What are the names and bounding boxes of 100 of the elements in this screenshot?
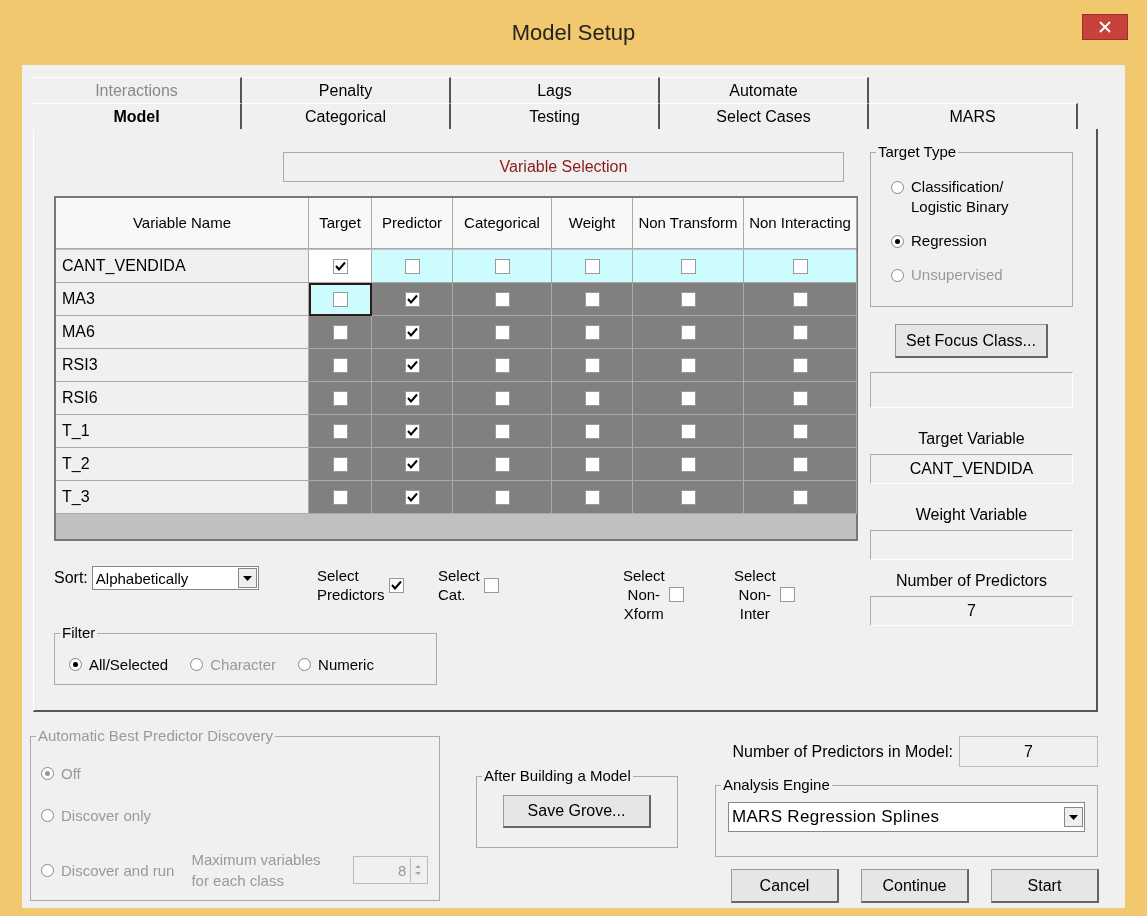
checkbox[interactable] [404,324,420,340]
checkbox[interactable] [680,456,696,472]
table-cell[interactable]: MA3 [56,283,309,316]
column-header: Non Interacting [744,198,857,249]
sort-dropdown[interactable]: Alphabetically [91,566,259,590]
tab[interactable]: MARS [869,103,1078,129]
field-label: Target Variable [918,430,1025,448]
checkbox[interactable] [792,291,808,307]
tab[interactable]: Lags [451,77,660,103]
checkbox[interactable] [494,423,510,439]
radio-label: Off [61,765,81,782]
checkbox[interactable] [404,357,420,373]
checkbox[interactable] [404,291,420,307]
tab[interactable]: Categorical [242,103,451,129]
column-header: Target [309,198,372,249]
table-cell[interactable]: RSI6 [56,382,309,415]
tab[interactable]: Select Cases [660,103,869,129]
checkbox[interactable] [494,390,510,406]
checkbox[interactable] [332,489,348,505]
column-header: Weight [552,198,633,249]
checkbox[interactable] [680,291,696,307]
field-label: Number of Predictors [895,572,1048,590]
radio-label: Classification/ Logistic Binary [911,177,1010,217]
table-cell[interactable]: RSI3 [56,349,309,382]
set-focus-class-button[interactable]: Set Focus Class... [895,324,1048,358]
checkbox[interactable] [584,489,600,505]
checkbox[interactable] [494,258,510,274]
checkbox[interactable] [332,390,348,406]
checkbox[interactable] [584,423,600,439]
checkbox[interactable] [332,456,348,472]
checkbox[interactable] [584,357,600,373]
checkbox[interactable] [680,258,696,274]
checkbox[interactable] [792,489,808,505]
radio-button[interactable] [891,235,904,248]
table-cell[interactable]: T_2 [56,448,309,481]
table-cell[interactable]: T_1 [56,415,309,448]
checkbox[interactable] [680,357,696,373]
checkbox[interactable] [680,489,696,505]
checkbox[interactable] [332,258,348,274]
checkbox[interactable] [668,587,684,602]
predictor-count-field: 7 [870,596,1073,626]
checkbox[interactable] [494,357,510,373]
checkbox[interactable] [494,291,510,307]
checkbox[interactable] [792,456,808,472]
radio-button[interactable] [69,657,82,671]
column-header: Non Transform [633,198,744,249]
close-button[interactable] [1082,14,1128,40]
field-label: Number of Predictors in Model: [732,742,953,761]
checkbox[interactable] [584,456,600,472]
checkbox[interactable] [404,423,420,439]
radio-label: Discover and run [61,861,175,879]
target-variable-field: CANT_VENDIDA [870,454,1073,484]
checkbox[interactable] [332,324,348,340]
checkbox[interactable] [333,292,348,307]
checkbox[interactable] [494,456,510,472]
tab[interactable]: Model [33,103,242,129]
radio-label: Unsupervised [911,265,1003,285]
field-label: Maximum variables for each class [191,850,322,891]
checkbox[interactable] [680,324,696,340]
checkbox[interactable] [680,390,696,406]
table-cell[interactable]: MA6 [56,316,309,349]
group-title: Analysis Engine [721,776,832,794]
checkbox[interactable] [680,423,696,439]
checkbox[interactable] [792,423,808,439]
table-cell[interactable]: T_3 [56,481,309,514]
group-title: After Building a Model [482,767,633,785]
checkbox[interactable] [779,587,795,602]
checkbox[interactable] [584,390,600,406]
checkbox[interactable] [404,390,420,406]
dialog-button[interactable]: Start [991,869,1099,903]
section-title: Variable Selection [283,152,844,182]
window-title: Model Setup [511,19,636,46]
dialog-button[interactable]: Continue [861,869,969,903]
save-grove-button[interactable]: Save Grove... [503,795,651,828]
checkbox[interactable] [792,258,808,274]
checkbox[interactable] [404,456,420,472]
table-cell[interactable]: CANT_VENDIDA [56,250,309,283]
radio-button[interactable] [298,657,312,671]
tab[interactable]: Penalty [242,77,451,103]
checkbox[interactable] [332,423,348,439]
tab[interactable]: Testing [451,103,660,129]
tab[interactable]: Automate [660,77,869,103]
column-header: Variable Name [56,198,309,249]
checkbox[interactable] [388,577,404,593]
engine-dropdown[interactable]: MARS Regression Splines [728,802,1085,832]
checkbox[interactable] [792,324,808,340]
dialog-button[interactable]: Cancel [731,869,839,903]
checkbox[interactable] [792,357,808,373]
checkbox[interactable] [792,390,808,406]
checkbox[interactable] [404,489,420,505]
radio-button[interactable] [891,181,904,194]
checkbox[interactable] [584,324,600,340]
checkbox[interactable] [494,489,510,505]
checkbox[interactable] [584,258,600,274]
sort-label: Sort: [54,569,88,587]
checkbox[interactable] [332,357,348,373]
checkbox[interactable] [584,291,600,307]
checkbox[interactable] [494,324,510,340]
checkbox[interactable] [404,258,420,274]
checkbox[interactable] [483,577,499,593]
